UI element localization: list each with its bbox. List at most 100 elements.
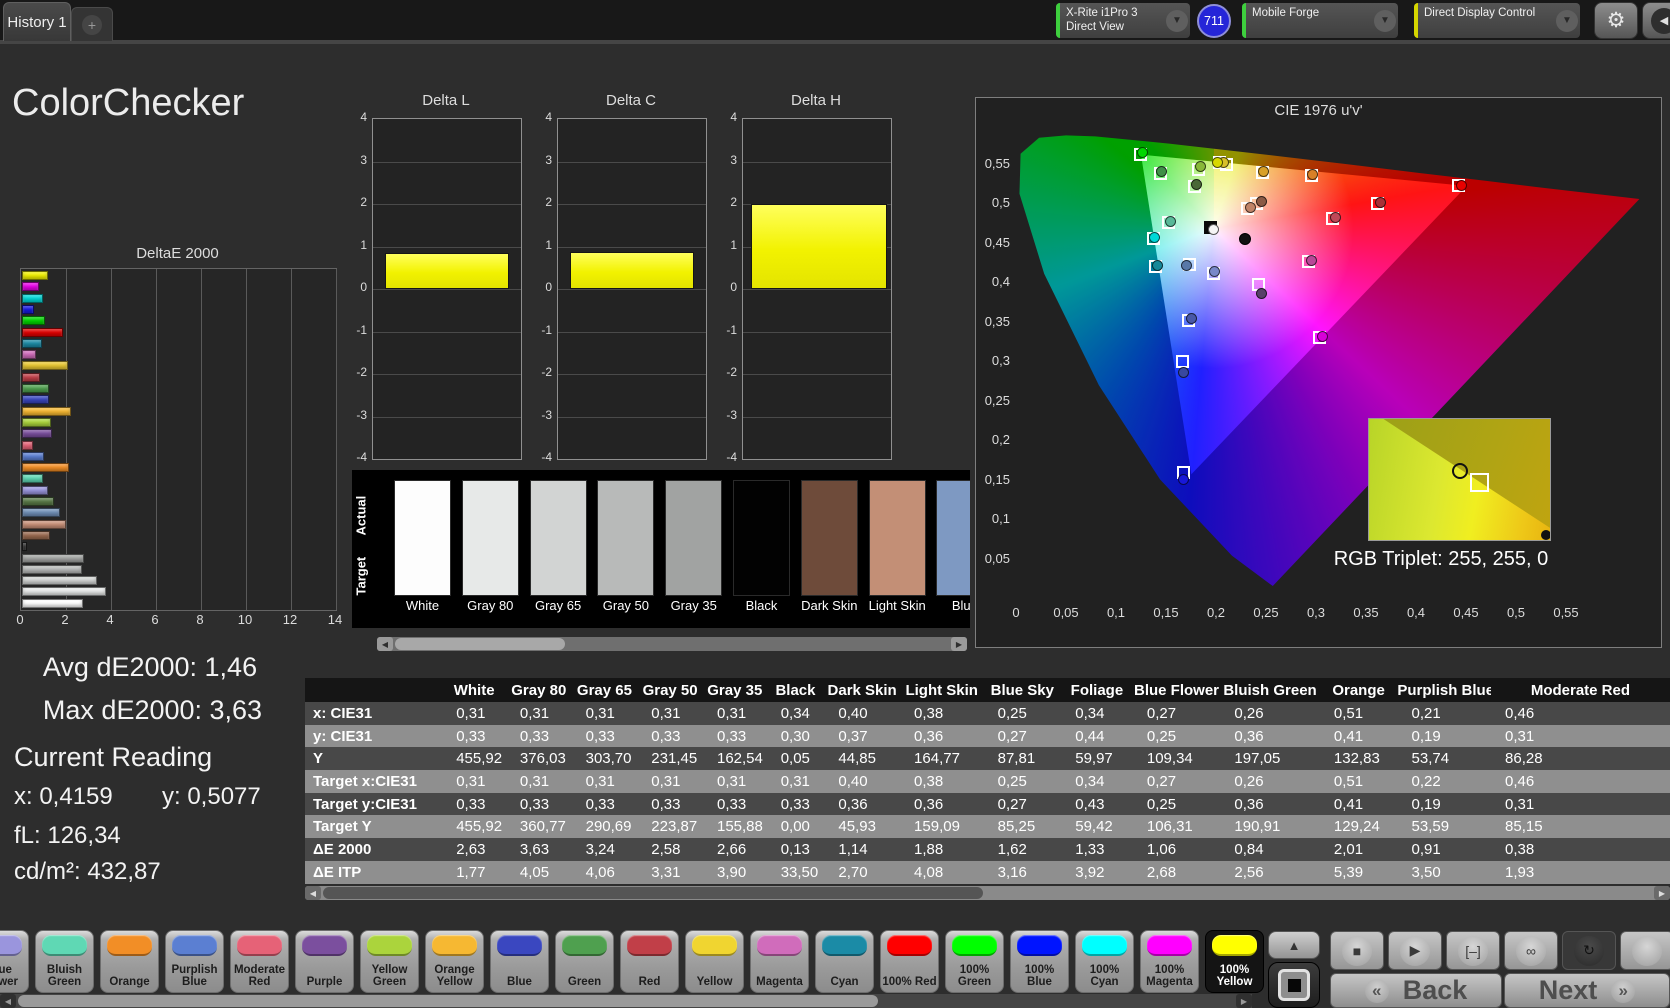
column-header-dark-skin: Dark Skin	[827, 681, 897, 699]
play-button[interactable]: ▶	[1388, 931, 1442, 970]
cell: 0,31	[585, 772, 615, 790]
deltae-axis-label: 4	[106, 612, 114, 627]
back-button[interactable]: « Back	[1330, 973, 1502, 1008]
cie-x-tick: 0,15	[1153, 605, 1179, 620]
infinity-button[interactable]: ∞	[1504, 931, 1558, 970]
deltae-bar-cyan	[22, 338, 42, 348]
patch-button-cyan[interactable]: Cyan	[815, 930, 874, 993]
display-control-dropdown[interactable]: Direct Display Control ▼	[1414, 3, 1580, 38]
patch-button-magenta[interactable]: Magenta	[750, 930, 809, 993]
patch-label: Blue	[507, 976, 532, 989]
cell: 223,87	[651, 818, 698, 836]
chevron-down-icon[interactable]: ▼	[1166, 9, 1188, 32]
scrollbar-thumb[interactable]	[395, 638, 565, 650]
patch-button-red[interactable]: Red	[620, 930, 679, 993]
cie-x-tick: 0,3	[1306, 605, 1326, 620]
color-chip	[692, 935, 737, 956]
scroll-left-icon[interactable]: ◀	[0, 994, 16, 1008]
cell: 44,85	[838, 750, 876, 768]
patch-button-green[interactable]: Green	[555, 930, 614, 993]
patch-button-100-red[interactable]: 100% Red	[880, 930, 939, 993]
patch-button-100-magenta[interactable]: 100% Magenta	[1140, 930, 1199, 993]
patch-button-blue-flower[interactable]: Blue Flower	[0, 930, 29, 993]
add-tab-button[interactable]: +	[71, 7, 113, 41]
source-name: Mobile Forge	[1252, 7, 1320, 19]
patch-button-bluish-green[interactable]: Bluish Green	[35, 930, 94, 993]
table-header-row: White Gray 80 Gray 65 Gray 50 Gray 35 Black Da…	[305, 678, 1670, 702]
patch-button-orange-yellow[interactable]: Orange Yellow	[425, 930, 484, 993]
meter-mode: Direct View	[1066, 21, 1124, 34]
patch-button-100-cyan[interactable]: 100% Cyan	[1075, 930, 1134, 993]
axis-label: 2	[545, 195, 552, 209]
scroll-right-icon[interactable]: ▶	[1654, 886, 1670, 900]
patch-button-100-blue[interactable]: 100% Blue	[1010, 930, 1069, 993]
settings-button[interactable]: ⚙	[1594, 2, 1638, 39]
deltae-bar-black	[22, 542, 27, 552]
stop-button[interactable]: ■	[1330, 931, 1384, 970]
grid-line	[558, 246, 706, 248]
column-header-bluish-green: Bluish Green	[1223, 681, 1317, 699]
chevron-down-icon[interactable]: ▼	[1556, 9, 1578, 32]
scroll-left-icon[interactable]: ◀	[377, 637, 393, 651]
swatch-label: Gray 50	[602, 598, 650, 613]
cell: 0,33	[585, 795, 615, 813]
meter-device-dropdown[interactable]: X-Rite i1Pro 3 Direct View ▼	[1056, 3, 1190, 38]
source-device-dropdown[interactable]: Mobile Forge ▼	[1242, 3, 1398, 38]
patch-button-moderate-red[interactable]: Moderate Red	[230, 930, 289, 993]
patch-label: 100% Red	[882, 976, 937, 989]
cie-point-yellow-green	[1194, 161, 1206, 173]
cie-y-tick: 0,15	[984, 471, 1010, 487]
table-scrollbar[interactable]: ◀ ▶	[305, 886, 1670, 900]
tab-history-1[interactable]: History 1	[3, 2, 71, 41]
cell: 0,26	[1234, 704, 1264, 722]
chevron-down-icon[interactable]: ▼	[1374, 9, 1396, 32]
column-header-moderate-red: Moderate Red	[1530, 681, 1631, 699]
patch-label: Yellow Green	[371, 963, 408, 989]
scrollbar-thumb[interactable]	[18, 995, 878, 1007]
patch-button-blue[interactable]: Blue	[490, 930, 549, 993]
cell: 0,38	[914, 704, 944, 722]
deltae-axis-label: 0	[16, 612, 24, 627]
patch-button-purple[interactable]: Purple	[295, 930, 354, 993]
cell: 0,33	[456, 795, 486, 813]
inset-measured-point	[1452, 462, 1469, 479]
max-de2000: Max dE2000: 3,63	[42, 695, 263, 725]
cie-point-100-red	[1455, 179, 1467, 191]
patch-button-yellow[interactable]: Yellow	[685, 930, 744, 993]
cie-y-tick: 0,55	[984, 155, 1010, 171]
column-header-gray-50: Gray 50	[642, 681, 698, 699]
patch-button-yellow-green[interactable]: Yellow Green	[360, 930, 419, 993]
patch-strip-scrollbar[interactable]: ◀ ▶	[0, 994, 1252, 1008]
collapse-panel-button[interactable]: ◀	[1642, 2, 1670, 39]
patch-button-100-yellow[interactable]: 100% Yellow	[1205, 930, 1264, 993]
cell: 0,27	[997, 795, 1027, 813]
scroll-left-icon[interactable]: ◀	[305, 886, 321, 900]
patch-label: 100% Magenta	[1146, 963, 1193, 989]
deltae-bar-100-red	[22, 327, 64, 337]
blank-button[interactable]	[1620, 931, 1670, 970]
scroll-right-icon[interactable]: ▶	[1236, 994, 1252, 1008]
cell: 231,45	[651, 750, 698, 768]
cie-x-tick: 0	[1012, 605, 1020, 620]
patch-button-purplish-blue[interactable]: Purplish Blue	[165, 930, 224, 993]
row-label: y: CIE31	[313, 727, 373, 745]
color-chip	[1147, 935, 1192, 956]
cell: 2,63	[456, 840, 486, 858]
scroll-right-icon[interactable]: ▶	[951, 637, 967, 651]
scrollbar-thumb[interactable]	[323, 887, 983, 899]
cell: 0,25	[997, 772, 1027, 790]
column-header-orange: Orange	[1332, 681, 1385, 699]
next-button[interactable]: Next »	[1504, 973, 1670, 1008]
patch-button-orange[interactable]: Orange	[100, 930, 159, 993]
patch-button-100-green[interactable]: 100% Green	[945, 930, 1004, 993]
swatch-gray-35	[665, 480, 723, 596]
patch-label: Bluish Green	[46, 963, 83, 989]
patch-label: Orange	[109, 976, 150, 989]
cell: 2,58	[651, 840, 681, 858]
stop-square-button[interactable]	[1268, 962, 1320, 1008]
expand-up-button[interactable]: ▲	[1268, 931, 1320, 959]
loop-button[interactable]: ↻	[1562, 931, 1616, 970]
swatch-scrollbar[interactable]: ◀ ▶	[377, 637, 967, 651]
range-button[interactable]: [–]	[1446, 931, 1500, 970]
cell: 0,36	[914, 795, 944, 813]
